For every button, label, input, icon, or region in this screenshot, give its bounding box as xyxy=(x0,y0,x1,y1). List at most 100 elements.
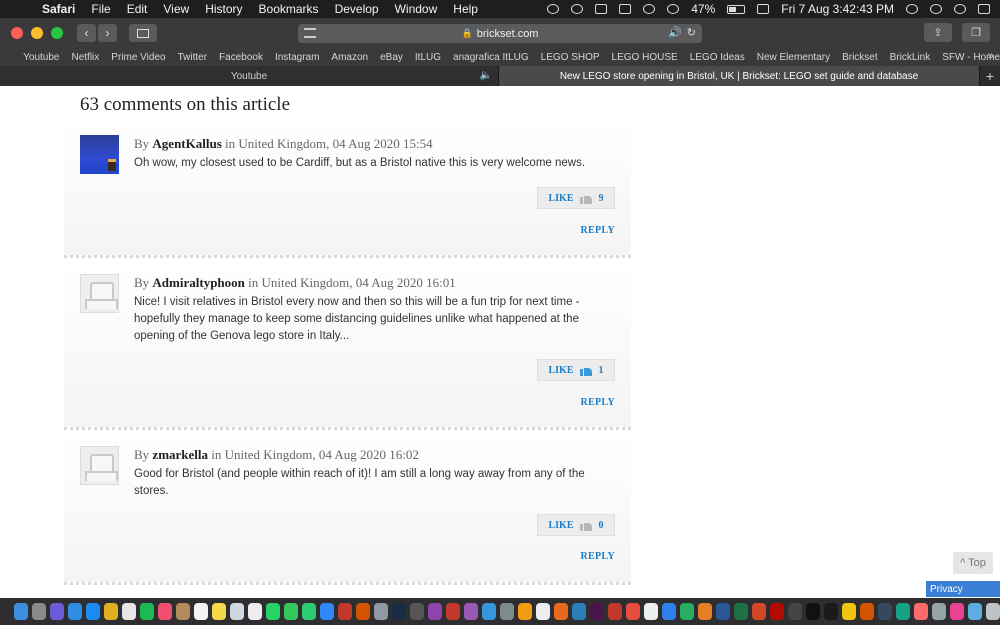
font-book-icon[interactable] xyxy=(626,603,640,620)
back-button[interactable]: ‹ xyxy=(77,24,96,42)
reply-link[interactable]: REPLY xyxy=(581,397,615,408)
downloads-folder-icon[interactable] xyxy=(968,603,982,620)
whatsapp-icon[interactable] xyxy=(266,603,280,620)
clock-icon[interactable] xyxy=(536,603,550,620)
brick-icon[interactable] xyxy=(860,603,874,620)
pages-icon[interactable] xyxy=(698,603,712,620)
activity-monitor-icon[interactable] xyxy=(806,603,820,620)
tab-audio-icon[interactable]: 🔊 xyxy=(668,26,682,39)
bookmark-anagrafica-itlug[interactable]: anagrafica ItLUG xyxy=(453,52,529,63)
status-glasses-icon[interactable] xyxy=(595,4,608,14)
reply-link[interactable]: REPLY xyxy=(581,551,615,562)
trash-icon[interactable] xyxy=(986,603,1000,620)
forward-button[interactable]: › xyxy=(98,24,117,42)
photos-icon[interactable] xyxy=(122,603,136,620)
comment-author[interactable]: AgentKallus xyxy=(152,136,221,151)
menu-file[interactable]: File xyxy=(91,2,110,16)
comment-author[interactable]: zmarkella xyxy=(152,447,208,462)
menu-window[interactable]: Window xyxy=(395,2,438,16)
excel-icon[interactable] xyxy=(734,603,748,620)
bookmark-youtube[interactable]: Youtube xyxy=(23,52,59,63)
chess-icon[interactable] xyxy=(356,603,370,620)
menu-develop[interactable]: Develop xyxy=(335,2,379,16)
spotlight-search-icon[interactable] xyxy=(930,4,942,14)
menu-app-name[interactable]: Safari xyxy=(42,2,75,16)
tab-audio-icon[interactable]: 🔈 xyxy=(480,70,492,81)
bookmark-itlug[interactable]: ItLUG xyxy=(415,52,441,63)
tab-brickset-article[interactable]: New LEGO store opening in Bristol, UK | … xyxy=(499,66,980,86)
messages-icon[interactable] xyxy=(284,603,298,620)
image-capture-icon[interactable] xyxy=(374,603,388,620)
textedit-icon[interactable] xyxy=(248,603,262,620)
chrome-icon[interactable] xyxy=(104,603,118,620)
lego-designer-icon[interactable] xyxy=(842,603,856,620)
notification-center-icon[interactable] xyxy=(978,4,990,14)
acrobat-icon[interactable] xyxy=(770,603,784,620)
slack-icon[interactable] xyxy=(590,603,604,620)
bookmark-netflix[interactable]: Netflix xyxy=(71,52,99,63)
notes-icon[interactable] xyxy=(212,603,226,620)
finder-icon[interactable] xyxy=(14,603,28,620)
menubar-clock[interactable]: Fri 7 Aug 3:42:43 PM xyxy=(781,2,894,16)
tab-youtube[interactable]: Youtube 🔈 xyxy=(0,66,499,86)
bookmark-amazon[interactable]: Amazon xyxy=(331,52,368,63)
bookmark-lego-shop[interactable]: LEGO SHOP xyxy=(541,52,600,63)
books-icon[interactable] xyxy=(644,603,658,620)
vector-icon[interactable] xyxy=(878,603,892,620)
calendar-icon[interactable] xyxy=(194,603,208,620)
contacts-icon[interactable] xyxy=(176,603,190,620)
app-store-icon[interactable] xyxy=(86,603,100,620)
bookmark-ebay[interactable]: eBay xyxy=(380,52,403,63)
reply-link[interactable]: REPLY xyxy=(581,225,615,236)
bookmark-lego-ideas[interactable]: LEGO Ideas xyxy=(690,52,745,63)
battery-percent[interactable]: 47% xyxy=(691,2,715,16)
menu-bookmarks[interactable]: Bookmarks xyxy=(259,2,319,16)
menu-help[interactable]: Help xyxy=(453,2,478,16)
game-icon[interactable] xyxy=(428,603,442,620)
screenflow-icon[interactable] xyxy=(914,603,928,620)
preview-icon[interactable] xyxy=(230,603,244,620)
new-tab-button[interactable]: + xyxy=(980,66,1000,86)
like-button[interactable]: LIKE 9 xyxy=(537,187,615,209)
battery-icon[interactable] xyxy=(727,4,746,14)
bookmark-brickset[interactable]: Brickset xyxy=(842,52,878,63)
mindmap-icon[interactable] xyxy=(896,603,910,620)
like-button[interactable]: LIKE 1 xyxy=(537,359,615,381)
wifi-icon[interactable] xyxy=(643,4,656,14)
fullscreen-window-button[interactable] xyxy=(51,27,63,39)
like-button[interactable]: LIKE 0 xyxy=(537,514,615,536)
numbers-icon[interactable] xyxy=(680,603,694,620)
reload-icon[interactable]: ↻ xyxy=(687,26,696,39)
spotify-icon[interactable] xyxy=(140,603,154,620)
tab-overview-button[interactable]: ❐ xyxy=(962,23,990,42)
terminal-icon[interactable] xyxy=(824,603,838,620)
keynote-icon[interactable] xyxy=(662,603,676,620)
status-bluetooth-icon[interactable] xyxy=(619,4,632,14)
share-button[interactable]: ⇪ xyxy=(924,23,952,42)
bookmark-prime-video[interactable]: Prime Video xyxy=(111,52,165,63)
powerpoint-icon[interactable] xyxy=(752,603,766,620)
time-machine-icon[interactable] xyxy=(667,4,680,14)
vpn-icon[interactable] xyxy=(446,603,460,620)
bookmark-facebook[interactable]: Facebook xyxy=(219,52,263,63)
user-icon[interactable] xyxy=(906,4,918,14)
bookmark-new-elementary[interactable]: New Elementary xyxy=(757,52,830,63)
menu-history[interactable]: History xyxy=(205,2,242,16)
alien-icon[interactable] xyxy=(500,603,514,620)
folder-icon[interactable] xyxy=(608,603,622,620)
facetime-icon[interactable] xyxy=(302,603,316,620)
privacy-button[interactable]: Privacy xyxy=(926,581,1000,597)
address-bar[interactable]: 🔒 brickset.com 🔊 ↻ xyxy=(298,24,702,43)
minimize-window-button[interactable] xyxy=(31,27,43,39)
chrome-beta-icon[interactable] xyxy=(572,603,586,620)
bookmark-twitter[interactable]: Twitter xyxy=(178,52,207,63)
photoshop-icon[interactable] xyxy=(392,603,406,620)
utility-icon[interactable] xyxy=(410,603,424,620)
menu-edit[interactable]: Edit xyxy=(127,2,148,16)
status-sync-icon[interactable] xyxy=(571,4,584,14)
siri-dock-icon[interactable] xyxy=(50,603,64,620)
bookmark-instagram[interactable]: Instagram xyxy=(275,52,319,63)
close-window-button[interactable] xyxy=(11,27,23,39)
menu-view[interactable]: View xyxy=(163,2,189,16)
bookmark-lego-house[interactable]: LEGO HOUSE xyxy=(612,52,678,63)
